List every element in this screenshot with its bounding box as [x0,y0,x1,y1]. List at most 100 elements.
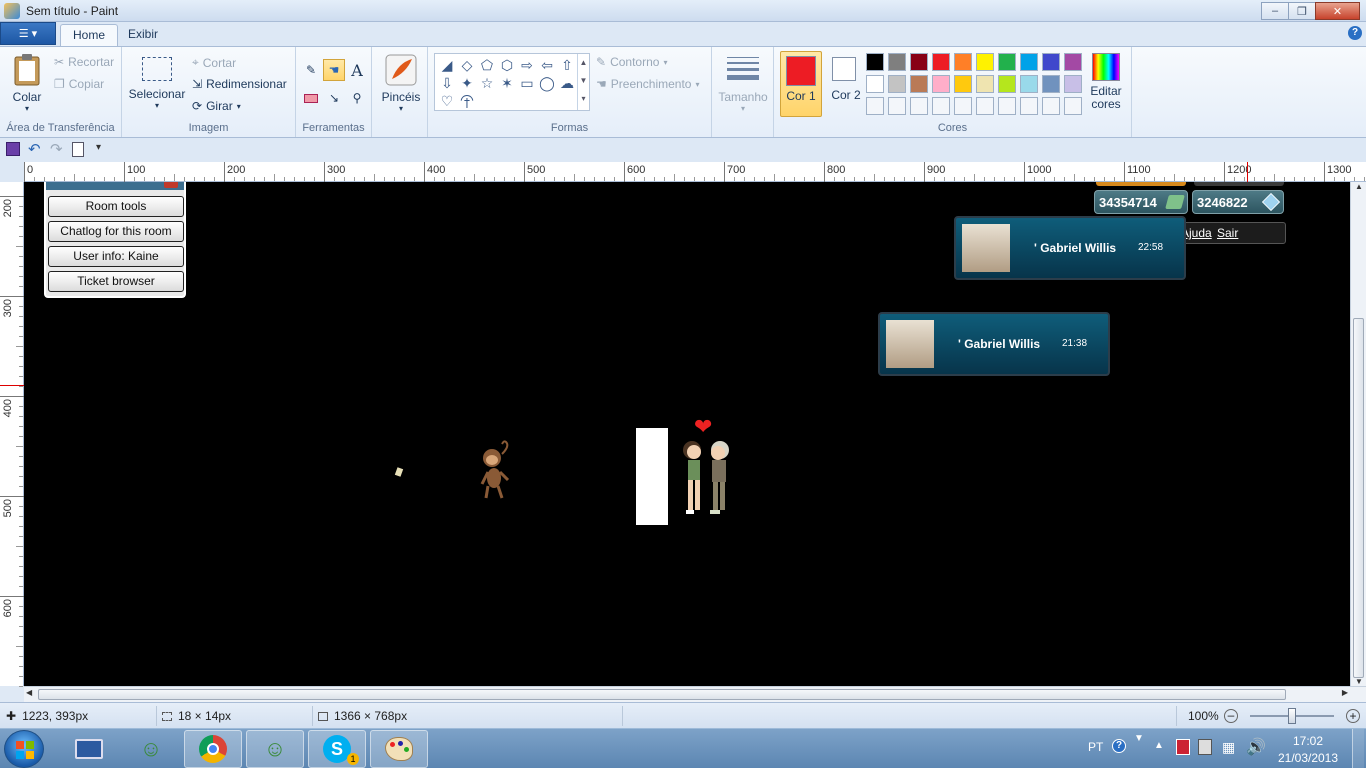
scroll-up-icon[interactable]: ▲ [1352,182,1366,191]
color-swatch[interactable] [998,53,1016,71]
color-swatch[interactable] [888,75,906,93]
color-swatch[interactable] [976,53,994,71]
fill-dropdown[interactable]: ☚ Preenchimento ▾ [596,77,700,91]
chatlog-button[interactable]: Chatlog for this room [48,221,184,242]
text-tool[interactable]: A [346,59,368,81]
brushes-button[interactable]: Pincéis ▾ [380,53,422,113]
taskbar-users-app[interactable]: ☺ [122,730,180,768]
color-swatch[interactable] [1020,75,1038,93]
color-swatch[interactable] [998,75,1016,93]
color-swatch[interactable] [1064,75,1082,93]
color-swatch[interactable] [1020,53,1038,71]
tab-home[interactable]: Home [60,24,119,46]
color-swatch[interactable] [1042,53,1060,71]
redo-icon[interactable]: ↷ [50,140,63,158]
show-desktop-button[interactable] [1352,729,1364,768]
color-swatch[interactable] [1064,97,1082,115]
rotate-button[interactable]: ⟳ Girar ▾ [192,99,241,113]
tray-options-icon[interactable]: ▼ [1134,733,1144,744]
taskbar-paint-app[interactable] [370,730,428,768]
clock-time[interactable]: 17:02 [1278,734,1338,748]
pentagon-shape-icon[interactable]: ⬠ [477,56,497,74]
friend-notification[interactable]: ' Gabriel Willis 21:38 [878,312,1110,376]
color-swatch[interactable] [1064,53,1082,71]
diamonds-counter[interactable]: 3246822 [1192,190,1284,214]
cut-button[interactable]: ✂ Recortar [54,55,114,69]
save-icon[interactable] [6,142,20,156]
color-swatch[interactable] [954,97,972,115]
scroll-down-icon[interactable]: ▼ [1352,677,1366,686]
edit-colors-button[interactable]: Editar cores [1086,53,1126,111]
scroll-right-icon[interactable]: ▶ [1342,688,1348,697]
file-menu-button[interactable]: ☰ ▾ [0,22,56,45]
horizontal-scroll-thumb[interactable] [38,689,1286,700]
clock-date[interactable]: 21/03/2013 [1274,751,1342,765]
room-door[interactable] [636,428,668,525]
color1-button[interactable]: Cor 1 [780,51,822,117]
right-arrow-shape-icon[interactable]: ⇨ [517,56,537,74]
mod-panel-close-icon[interactable] [164,182,178,188]
five-point-star-icon[interactable]: ☆ [477,74,497,92]
pencil-tool[interactable]: ✎ [300,59,322,81]
six-point-star-icon[interactable]: ✶ [497,74,517,92]
diamond-shape-icon[interactable]: ◇ [457,56,477,74]
fill-tool[interactable]: ☚ [323,59,345,81]
new-file-icon[interactable] [72,142,84,157]
show-hidden-icons[interactable]: ▲ [1154,740,1164,751]
copy-button[interactable]: ❐ Copiar [54,77,104,91]
resize-button[interactable]: ⇲ Redimensionar [192,77,287,91]
color-swatch[interactable] [866,75,884,93]
volume-icon[interactable]: 🔊 [1246,737,1266,757]
color-swatch[interactable] [932,53,950,71]
paste-button[interactable]: Colar ▾ [6,53,48,113]
select-button[interactable]: Selecionar ▾ [128,53,186,110]
paint-app-icon[interactable] [4,3,20,19]
color-swatch[interactable] [910,97,928,115]
vertical-scroll-thumb[interactable] [1353,318,1364,678]
room-avatars[interactable] [676,436,746,518]
color-swatch[interactable] [998,97,1016,115]
taskbar-skype-app[interactable]: S 1 [308,730,366,768]
color-swatch[interactable] [932,75,950,93]
color-swatch[interactable] [976,97,994,115]
color-swatch[interactable] [1042,97,1060,115]
crop-button[interactable]: ⌖ Cortar [192,55,236,70]
color2-button[interactable]: Cor 2 [826,51,866,117]
taskbar-chrome-app[interactable] [184,730,242,768]
floor-item[interactable] [394,467,404,477]
color-swatch[interactable] [1042,75,1060,93]
line-shape-icon[interactable]: ◢ [437,56,457,74]
ticket-browser-button[interactable]: Ticket browser [48,271,184,292]
room-tools-button[interactable]: Room tools [48,196,184,217]
size-button[interactable]: Tamanho ▾ [718,55,768,113]
color-swatch[interactable] [888,53,906,71]
customize-toolbar-icon[interactable]: ▾ [96,142,101,153]
security-tray-icon[interactable] [1176,739,1190,755]
undo-icon[interactable]: ↶ [28,140,41,158]
color-swatch[interactable] [866,53,884,71]
zoom-in-icon[interactable]: + [1346,709,1360,723]
eraser-tool[interactable] [300,87,322,109]
help-icon[interactable]: ? [1348,26,1362,40]
outline-dropdown[interactable]: ✎ Contorno ▾ [596,55,667,69]
color-swatch[interactable] [910,53,928,71]
device-tray-icon[interactable] [1198,739,1212,755]
shapes-scroll[interactable]: ▲ ▼ ▾ [577,54,589,110]
taskbar-users-app-2[interactable]: ☺ [246,730,304,768]
color-swatch[interactable] [976,75,994,93]
taskbar-keyboard-app[interactable] [60,730,118,768]
credits-counter[interactable]: 34354714 [1094,190,1188,214]
zoom-out-icon[interactable]: – [1224,709,1238,723]
magnifier-tool[interactable]: ⚲ [346,87,368,109]
exit-link[interactable]: Sair [1217,223,1238,243]
maximize-button[interactable]: ❐ [1288,2,1316,20]
left-arrow-shape-icon[interactable]: ⇦ [537,56,557,74]
rect-callout-icon[interactable]: ▭ [517,74,537,92]
close-button[interactable]: ✕ [1315,2,1360,20]
tab-view[interactable]: Exibir [116,24,170,46]
drawing-canvas[interactable]: Room tools Chatlog for this room User in… [24,182,1350,686]
network-icon[interactable]: ▦ [1222,739,1235,756]
color-swatch[interactable] [910,75,928,93]
zoom-slider-thumb[interactable] [1288,708,1296,724]
vertical-scrollbar[interactable]: ▲ ▼ [1350,182,1366,686]
